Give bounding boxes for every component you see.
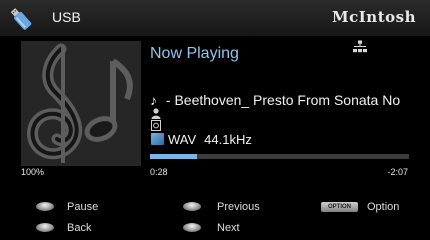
elapsed-time: 0:28 <box>150 167 168 177</box>
network-icon <box>353 40 367 53</box>
pause-label: Pause <box>67 201 99 213</box>
artist-icon <box>151 108 161 119</box>
brand-logo: McIntosh <box>332 8 416 26</box>
format-row: WAV 44.1kHz <box>151 132 252 147</box>
progress-bar[interactable] <box>150 154 409 159</box>
back-button[interactable] <box>36 223 54 232</box>
album-art <box>21 41 141 166</box>
audio-format-icon <box>151 133 164 145</box>
previous-label: Previous <box>217 201 260 213</box>
pause-button[interactable] <box>36 202 54 211</box>
now-playing-heading: Now Playing <box>150 45 239 62</box>
music-clef-icon <box>27 43 133 163</box>
option-button[interactable]: OPTION <box>321 202 358 212</box>
music-note-icon: ♪ <box>150 92 157 108</box>
progress-fill <box>150 154 197 159</box>
option-label: Option <box>367 201 400 213</box>
header-bar: USB McIntosh <box>0 0 430 36</box>
back-label: Back <box>67 222 92 234</box>
track-title-row: ♪ - Beethoven_ Presto From Sonata No <box>150 92 430 108</box>
audio-format: WAV <box>168 132 197 147</box>
remaining-time: -2:07 <box>387 167 408 177</box>
source-label: USB <box>52 9 81 25</box>
next-button[interactable] <box>183 223 201 232</box>
sample-rate: 44.1kHz <box>204 132 252 147</box>
next-label: Next <box>217 222 240 234</box>
volume-level: 100% <box>21 167 45 177</box>
album-icon <box>151 120 161 131</box>
track-title: - Beethoven_ Presto From Sonata No <box>162 92 401 108</box>
usb-icon <box>10 8 32 30</box>
previous-button[interactable] <box>183 202 201 211</box>
